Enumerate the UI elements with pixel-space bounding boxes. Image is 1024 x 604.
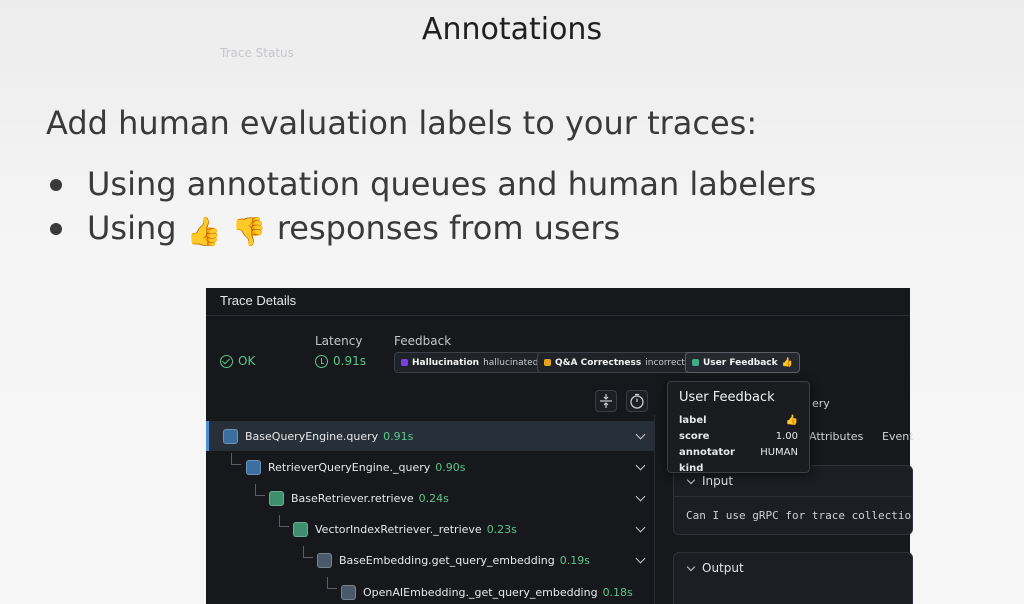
span-duration: 0.24s (418, 491, 449, 505)
chip-key: Q&A Correctness (555, 357, 642, 368)
pane-divider (654, 415, 655, 604)
clock-icon (315, 354, 328, 368)
output-card: Output (673, 552, 913, 604)
span-duration: 0.19s (559, 553, 590, 567)
chevron-down-icon[interactable] (635, 460, 646, 471)
span-kind-icon (269, 490, 284, 506)
slide-heading: Add human evaluation labels to your trac… (46, 104, 758, 142)
check-circle-icon (220, 354, 233, 368)
span-duration: 0.90s (435, 460, 466, 474)
span-kind-icon (317, 552, 332, 568)
chevron-down-icon (686, 562, 696, 571)
thumbs-up-icon: 👍 (186, 215, 222, 248)
tooltip-value: HUMAN (760, 447, 798, 458)
latency-text: 0.91s (333, 354, 366, 368)
output-title: Output (702, 561, 744, 575)
span-name: OpenAIEmbedding._get_query_embedding (363, 585, 598, 599)
bullet-dot-icon (50, 223, 62, 235)
chip-value: hallucinated (483, 357, 539, 368)
bullet-item: Using 👍 👎 responses from users (50, 208, 816, 252)
collapse-expand-button[interactable] (595, 390, 617, 412)
chip-color-icon (544, 359, 551, 366)
span-row[interactable]: BaseEmbedding.get_query_embedding 0.19s (206, 545, 654, 575)
chip-key: Hallucination (412, 357, 480, 368)
span-row[interactable]: BaseRetriever.retrieve 0.24s (206, 483, 654, 513)
feedback-chip-user-feedback[interactable]: User Feedback 👍 (685, 352, 800, 373)
chip-color-icon (401, 359, 408, 366)
panel-divider (206, 315, 910, 316)
user-feedback-tooltip: User Feedback label 👍 score 1.00 annotat… (667, 381, 810, 474)
tooltip-row: score 1.00 (679, 429, 798, 445)
bullet-suffix: responses from users (276, 209, 621, 247)
span-kind-icon (223, 428, 238, 444)
bullet-item: Using annotation queues and human labele… (50, 164, 816, 208)
feedback-chip-qa-correctness[interactable]: Q&A Correctness incorrect (537, 352, 692, 373)
tooltip-key: annotator kind (679, 447, 735, 474)
span-name: RetrieverQueryEngine._query (268, 460, 431, 474)
tooltip-row: label 👍 (679, 413, 798, 429)
latency-label: Latency (315, 334, 363, 348)
slide-title: Annotations (421, 12, 603, 47)
chip-value: incorrect (645, 357, 685, 368)
span-name: BaseEmbedding.get_query_embedding (339, 553, 555, 567)
stopwatch-icon (630, 393, 644, 409)
trace-status-value: OK (220, 354, 255, 368)
tooltip-value: 1.00 (775, 431, 798, 442)
chevron-down-icon[interactable] (635, 522, 646, 533)
span-row[interactable]: OpenAIEmbedding._get_query_embedding 0.1… (206, 577, 654, 604)
span-title-partial: ery (812, 397, 830, 410)
span-duration: 0.23s (486, 522, 517, 536)
thumbs-down-icon: 👎 (231, 215, 267, 248)
tooltip-key: score (679, 431, 710, 442)
tooltip-row: annotator kind HUMAN (679, 445, 798, 477)
span-name: BaseQueryEngine.query (245, 429, 379, 443)
span-row[interactable]: BaseQueryEngine.query 0.91s (206, 421, 654, 451)
chip-value: 👍 (781, 357, 793, 368)
span-row[interactable]: RetrieverQueryEngine._query 0.90s (206, 452, 654, 482)
span-name: VectorIndexRetriever._retrieve (315, 522, 482, 536)
feedback-chip-hallucination[interactable]: Hallucination hallucinated (394, 352, 546, 373)
span-duration: 0.18s (602, 585, 633, 599)
span-kind-icon (246, 459, 261, 475)
trace-status-label: Trace Status (220, 46, 294, 60)
expand-vertical-icon (600, 394, 612, 408)
span-duration: 0.91s (383, 429, 414, 443)
span-kind-icon (293, 521, 308, 537)
bullet-list: Using annotation queues and human labele… (50, 164, 816, 252)
tooltip-title: User Feedback (679, 390, 775, 405)
span-name: BaseRetriever.retrieve (291, 491, 414, 505)
bullet-text: Using annotation queues and human labele… (87, 165, 817, 203)
chevron-down-icon[interactable] (635, 491, 646, 502)
input-text: Can I use gRPC for trace collectio (674, 496, 912, 534)
tab-events[interactable]: Event (882, 430, 914, 443)
chip-color-icon (692, 359, 699, 366)
panel-title: Trace Details (220, 293, 297, 308)
timer-button[interactable] (626, 390, 648, 412)
chevron-down-icon[interactable] (635, 553, 646, 564)
span-kind-icon (341, 584, 356, 600)
chip-key: User Feedback (703, 357, 778, 368)
latency-value: 0.91s (315, 354, 366, 368)
bullet-prefix: Using (87, 209, 177, 247)
span-row[interactable]: VectorIndexRetriever._retrieve 0.23s (206, 514, 654, 544)
tooltip-key: label (679, 415, 707, 426)
bullet-dot-icon (50, 179, 62, 191)
chevron-down-icon[interactable] (635, 429, 646, 440)
trace-status-text: OK (238, 354, 256, 368)
tab-attributes[interactable]: Attributes (809, 430, 863, 443)
tooltip-value: 👍 (785, 415, 798, 426)
feedback-label: Feedback (394, 334, 452, 348)
output-card-header[interactable]: Output (674, 553, 912, 583)
